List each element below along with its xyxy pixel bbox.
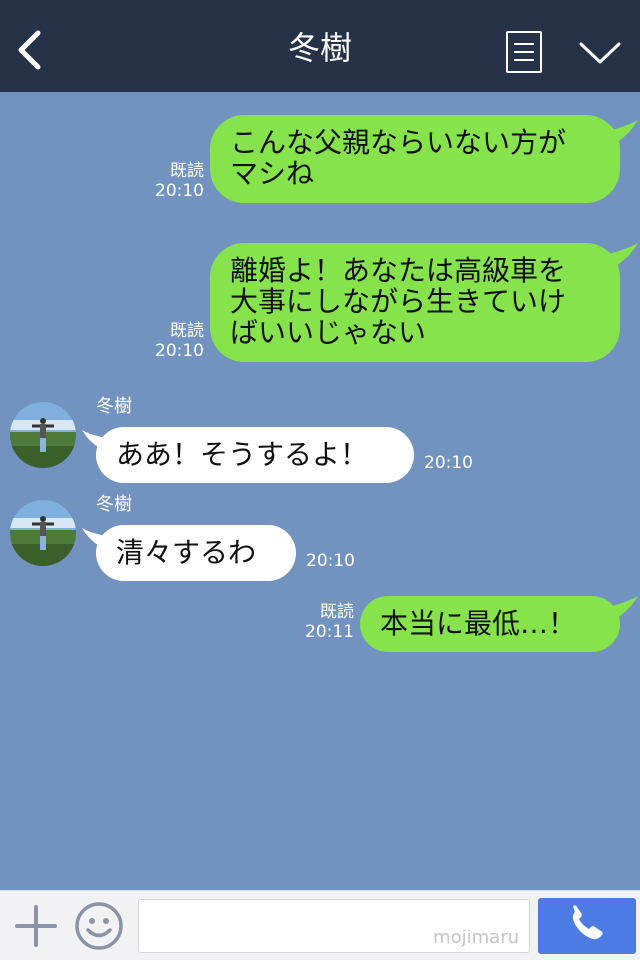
chat-header: 冬樹 [0, 0, 640, 92]
message-input[interactable]: mojimaru [138, 899, 530, 953]
message-text: 本当に最低…！ [380, 607, 577, 640]
received-message: 冬樹 ああ！そうするよ！ 20:10 [0, 396, 640, 497]
chat-title: 冬樹 [287, 29, 352, 67]
message-bubble[interactable]: 本当に最低…！ [360, 596, 620, 652]
message-meta: 既読 20:10 [140, 161, 204, 201]
collapse-button[interactable] [578, 38, 622, 68]
message-text-line: こんな父親ならいない方が [230, 126, 567, 159]
menu-button[interactable] [506, 31, 542, 73]
message-meta: 既読 20:10 [140, 321, 204, 361]
message-time: 20:10 [155, 181, 204, 201]
received-message: 冬樹 清々するわ 20:10 [0, 494, 640, 595]
add-button[interactable] [14, 904, 58, 948]
message-bubble[interactable]: こんな父親ならいない方が マシね [210, 115, 620, 203]
read-label: 既読 [170, 161, 204, 181]
sent-message: 既読 20:11 本当に最低…！ [0, 592, 640, 662]
input-bar: mojimaru [0, 890, 640, 960]
phone-icon [572, 905, 603, 940]
read-label: 既読 [170, 321, 204, 341]
plus-icon [15, 905, 57, 947]
message-bubble[interactable]: 離婚よ！あなたは高級車を 大事にしながら生きていけ ばいいじゃない [210, 243, 620, 362]
avatar[interactable] [10, 402, 76, 468]
message-time: 20:10 [306, 551, 355, 571]
message-time: 20:11 [305, 622, 354, 642]
message-time: 20:10 [424, 453, 473, 473]
message-text: ああ！そうするよ！ [116, 438, 369, 471]
message-bubble[interactable]: ああ！そうするよ！ [96, 427, 414, 483]
read-label: 既読 [320, 602, 354, 622]
avatar-photo [10, 500, 76, 566]
sender-name: 冬樹 [96, 494, 132, 515]
sent-message: 既読 20:10 離婚よ！あなたは高級車を 大事にしながら生きていけ ばいいじゃ… [0, 237, 640, 367]
message-meta: 既読 20:11 [290, 602, 354, 642]
emoji-button[interactable] [74, 901, 124, 951]
message-text: 清々するわ [116, 536, 257, 569]
message-text-line: 離婚よ！あなたは高級車を [230, 254, 567, 287]
message-time: 20:10 [155, 341, 204, 361]
sender-name: 冬樹 [96, 396, 132, 417]
avatar[interactable] [10, 500, 76, 566]
chevron-down-icon [579, 42, 621, 64]
message-text-line: マシね [230, 157, 315, 190]
chat-area[interactable]: 既読 20:10 こんな父親ならいない方が マシね 既読 20:10 離婚よ！あ… [0, 92, 640, 890]
sent-message: 既読 20:10 こんな父親ならいない方が マシね [0, 92, 640, 212]
message-bubble[interactable]: 清々するわ [96, 525, 296, 581]
message-text-line: ばいいじゃない [230, 316, 427, 349]
smiley-icon [75, 902, 123, 950]
message-text-line: 大事にしながら生きていけ [230, 285, 567, 318]
call-button[interactable] [538, 898, 636, 954]
avatar-photo [10, 402, 76, 468]
watermark: mojimaru [433, 927, 519, 948]
